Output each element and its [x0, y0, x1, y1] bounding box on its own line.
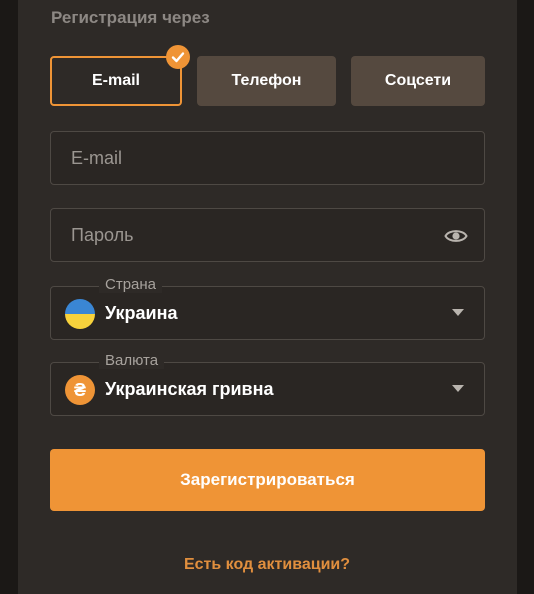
country-value: Украина — [105, 303, 178, 323]
tab-phone-label: Телефон — [231, 72, 302, 89]
ukraine-flag-icon — [65, 299, 95, 329]
register-button-label: Зарегистрироваться — [180, 470, 355, 489]
hryvnia-icon: ₴ — [65, 375, 95, 405]
email-placeholder: E-mail — [71, 148, 123, 168]
currency-legend: Валюта — [99, 352, 165, 369]
register-button[interactable]: Зарегистрироваться — [50, 449, 485, 511]
chevron-down-icon — [452, 309, 464, 316]
country-legend: Страна — [99, 276, 163, 293]
email-field[interactable]: E-mail — [50, 131, 485, 185]
currency-select[interactable]: Валюта ₴ Украинская гривна — [50, 352, 485, 416]
registration-title: Регистрация через — [51, 8, 210, 27]
tab-email[interactable]: E-mail — [50, 56, 182, 106]
tab-social[interactable]: Соцсети — [351, 56, 485, 106]
tab-phone[interactable]: Телефон — [197, 56, 336, 106]
country-select[interactable]: Страна Украина — [50, 276, 485, 340]
password-field[interactable]: Пароль — [50, 208, 485, 262]
activation-code-link[interactable]: Есть код активации? — [0, 556, 534, 574]
tab-social-label: Соцсети — [384, 72, 452, 89]
currency-value: Украинская гривна — [105, 379, 274, 399]
tab-email-label: E-mail — [91, 72, 140, 89]
password-placeholder: Пароль — [71, 225, 134, 245]
check-icon — [166, 45, 190, 69]
eye-icon[interactable] — [444, 225, 468, 247]
chevron-down-icon — [452, 385, 464, 392]
